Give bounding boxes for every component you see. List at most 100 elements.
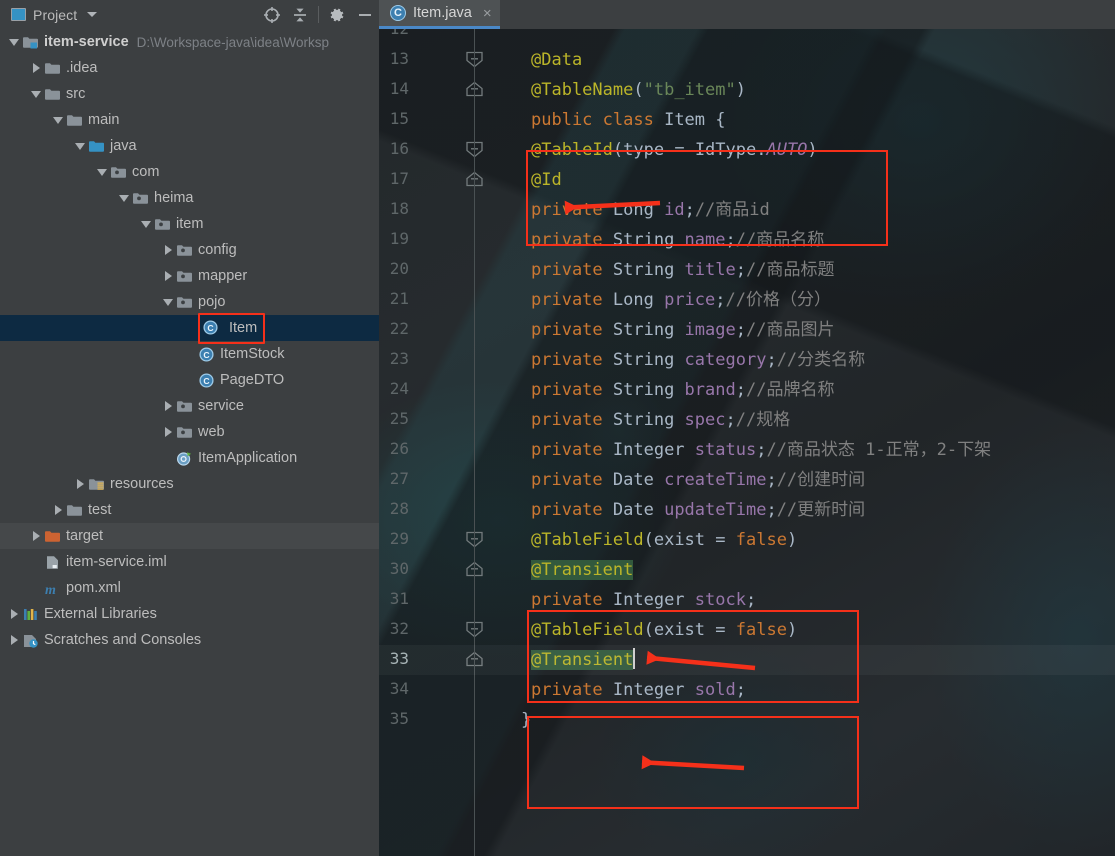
tree-item-label: web xyxy=(198,424,225,440)
code-token: public xyxy=(531,110,603,130)
line-number: 29 xyxy=(389,529,409,548)
tree-item-label: pom.xml xyxy=(66,580,121,596)
tree-item-config[interactable]: config xyxy=(0,237,379,263)
chevron-down-icon[interactable] xyxy=(50,107,66,133)
tree-item-main[interactable]: main xyxy=(0,107,379,133)
code-line[interactable]: @Id xyxy=(531,165,562,195)
tree-item-test[interactable]: test xyxy=(0,497,379,523)
chevron-right-icon[interactable] xyxy=(6,601,22,627)
code-token: String xyxy=(612,380,685,400)
code-line[interactable]: private Integer sold; xyxy=(531,675,746,705)
locate-icon[interactable] xyxy=(258,0,286,29)
tree-item-java[interactable]: java xyxy=(0,133,379,159)
chevron-down-icon[interactable] xyxy=(6,29,22,55)
code-line[interactable]: private String title;//商品标题 xyxy=(531,255,834,285)
chevron-right-icon[interactable] xyxy=(160,237,176,263)
tree-item-label: item-service.iml xyxy=(66,554,167,570)
code-token: } xyxy=(521,710,532,730)
tree-label-group: target xyxy=(44,523,103,549)
tree-item-mapper[interactable]: mapper xyxy=(0,263,379,289)
chevron-down-icon[interactable] xyxy=(138,211,154,237)
code-line[interactable]: @TableId(type = IdType.AUTO) xyxy=(531,135,818,165)
code-token: private xyxy=(531,500,613,520)
project-tree[interactable]: item-service D:\Workspace-java\idea\Works… xyxy=(0,29,379,856)
line-number: 21 xyxy=(389,289,409,308)
code-token: AUTO xyxy=(766,140,808,160)
chevron-right-icon[interactable] xyxy=(28,523,44,549)
code-token: Integer xyxy=(612,590,695,610)
code-line[interactable]: private Long id;//商品id xyxy=(531,195,770,225)
tree-item-item[interactable]: C Item xyxy=(0,312,379,344)
code-line[interactable]: private String name;//商品名称 xyxy=(531,225,824,255)
line-number: 18 xyxy=(389,199,409,218)
tree-item-pom-xml[interactable]: m pom.xml xyxy=(0,575,379,601)
tree-label-group: config xyxy=(176,237,237,263)
tab-item-java[interactable]: C Item.java × xyxy=(379,0,500,29)
project-title-group[interactable]: Project xyxy=(0,7,98,23)
chevron-right-icon[interactable] xyxy=(50,497,66,523)
tree-item-idea[interactable]: .idea xyxy=(0,55,379,81)
chevron-down-icon[interactable] xyxy=(160,289,176,315)
code-token: "tb_item" xyxy=(643,80,736,100)
tree-item-src[interactable]: src xyxy=(0,81,379,107)
tree-item-pojo[interactable]: pojo xyxy=(0,289,379,315)
line-number: 23 xyxy=(389,349,409,368)
chevron-right-icon[interactable] xyxy=(28,55,44,81)
code-token: IdType. xyxy=(694,140,767,160)
code-line[interactable]: private String category;//分类名称 xyxy=(531,345,865,375)
tree-item-external-libraries[interactable]: External Libraries xyxy=(0,601,379,627)
code-line[interactable]: private Long price;//价格（分） xyxy=(531,285,831,315)
tree-item-item-service[interactable]: item-service D:\Workspace-java\idea\Works… xyxy=(0,29,379,55)
chevron-down-icon[interactable] xyxy=(72,133,88,159)
hide-icon[interactable] xyxy=(351,0,379,29)
chevron-right-icon[interactable] xyxy=(160,393,176,419)
tree-item-item-service-iml[interactable]: item-service.iml xyxy=(0,549,379,575)
code-line[interactable]: private Date createTime;//创建时间 xyxy=(531,465,865,495)
code-token: updateTime xyxy=(664,500,767,520)
chevron-down-icon[interactable] xyxy=(87,12,98,17)
collapse-all-icon[interactable] xyxy=(286,0,314,29)
code-line[interactable]: public class Item { xyxy=(531,105,726,135)
tree-label-group: Scratches and Consoles xyxy=(22,627,201,653)
tree-item-heima[interactable]: heima xyxy=(0,185,379,211)
current-line-highlight xyxy=(379,645,1115,675)
line-number: 17 xyxy=(389,169,409,188)
tree-item-item[interactable]: item xyxy=(0,211,379,237)
close-icon[interactable]: × xyxy=(483,5,492,22)
chevron-right-icon[interactable] xyxy=(160,419,176,445)
code-line[interactable]: private Integer stock; xyxy=(531,585,756,615)
chevron-right-icon[interactable] xyxy=(72,471,88,497)
tree-label-group: External Libraries xyxy=(22,601,157,627)
chevron-down-icon[interactable] xyxy=(116,185,132,211)
tree-item-pagedto[interactable]: C PageDTO xyxy=(0,367,379,393)
code-line[interactable]: } xyxy=(521,705,531,735)
tree-item-itemapplication[interactable]: ItemApplication xyxy=(0,445,379,471)
code-line[interactable]: private Integer status;//商品状态 1-正常，2-下架 xyxy=(531,435,991,465)
code-line[interactable]: private String brand;//品牌名称 xyxy=(531,375,834,405)
code-line[interactable]: @TableField(exist = false) xyxy=(531,525,797,555)
code-token: { xyxy=(715,110,726,130)
tree-item-com[interactable]: com xyxy=(0,159,379,185)
tree-item-resources[interactable]: resources xyxy=(0,471,379,497)
code-line[interactable]: @TableField(exist = false) xyxy=(531,615,797,645)
code-content[interactable]: @Data @TableName("tb_item") public class I… xyxy=(379,29,1115,856)
code-line[interactable]: @Data xyxy=(531,45,582,75)
tree-item-scratches-and-consoles[interactable]: Scratches and Consoles xyxy=(0,627,379,653)
line-number: 16 xyxy=(389,139,409,158)
tree-item-service[interactable]: service xyxy=(0,393,379,419)
tree-item-target[interactable]: target xyxy=(0,523,379,549)
tree-item-web[interactable]: web xyxy=(0,419,379,445)
code-line[interactable]: @Transient xyxy=(531,555,634,585)
chevron-down-icon[interactable] xyxy=(28,81,44,107)
editor-gutter[interactable]: 1213141516171819202122232425262728293031… xyxy=(379,19,495,856)
code-line[interactable]: private Date updateTime;//更新时间 xyxy=(531,495,865,525)
tree-item-itemstock[interactable]: C ItemStock xyxy=(0,341,379,367)
chevron-down-icon[interactable] xyxy=(94,159,110,185)
settings-gear-icon[interactable] xyxy=(323,0,351,29)
code-line[interactable]: private String image;//商品图片 xyxy=(531,315,834,345)
line-number: 24 xyxy=(389,379,409,398)
code-line[interactable]: private String spec;//规格 xyxy=(531,405,790,435)
code-line[interactable]: @TableName("tb_item") xyxy=(531,75,746,105)
chevron-right-icon[interactable] xyxy=(160,263,176,289)
chevron-right-icon[interactable] xyxy=(6,627,22,653)
